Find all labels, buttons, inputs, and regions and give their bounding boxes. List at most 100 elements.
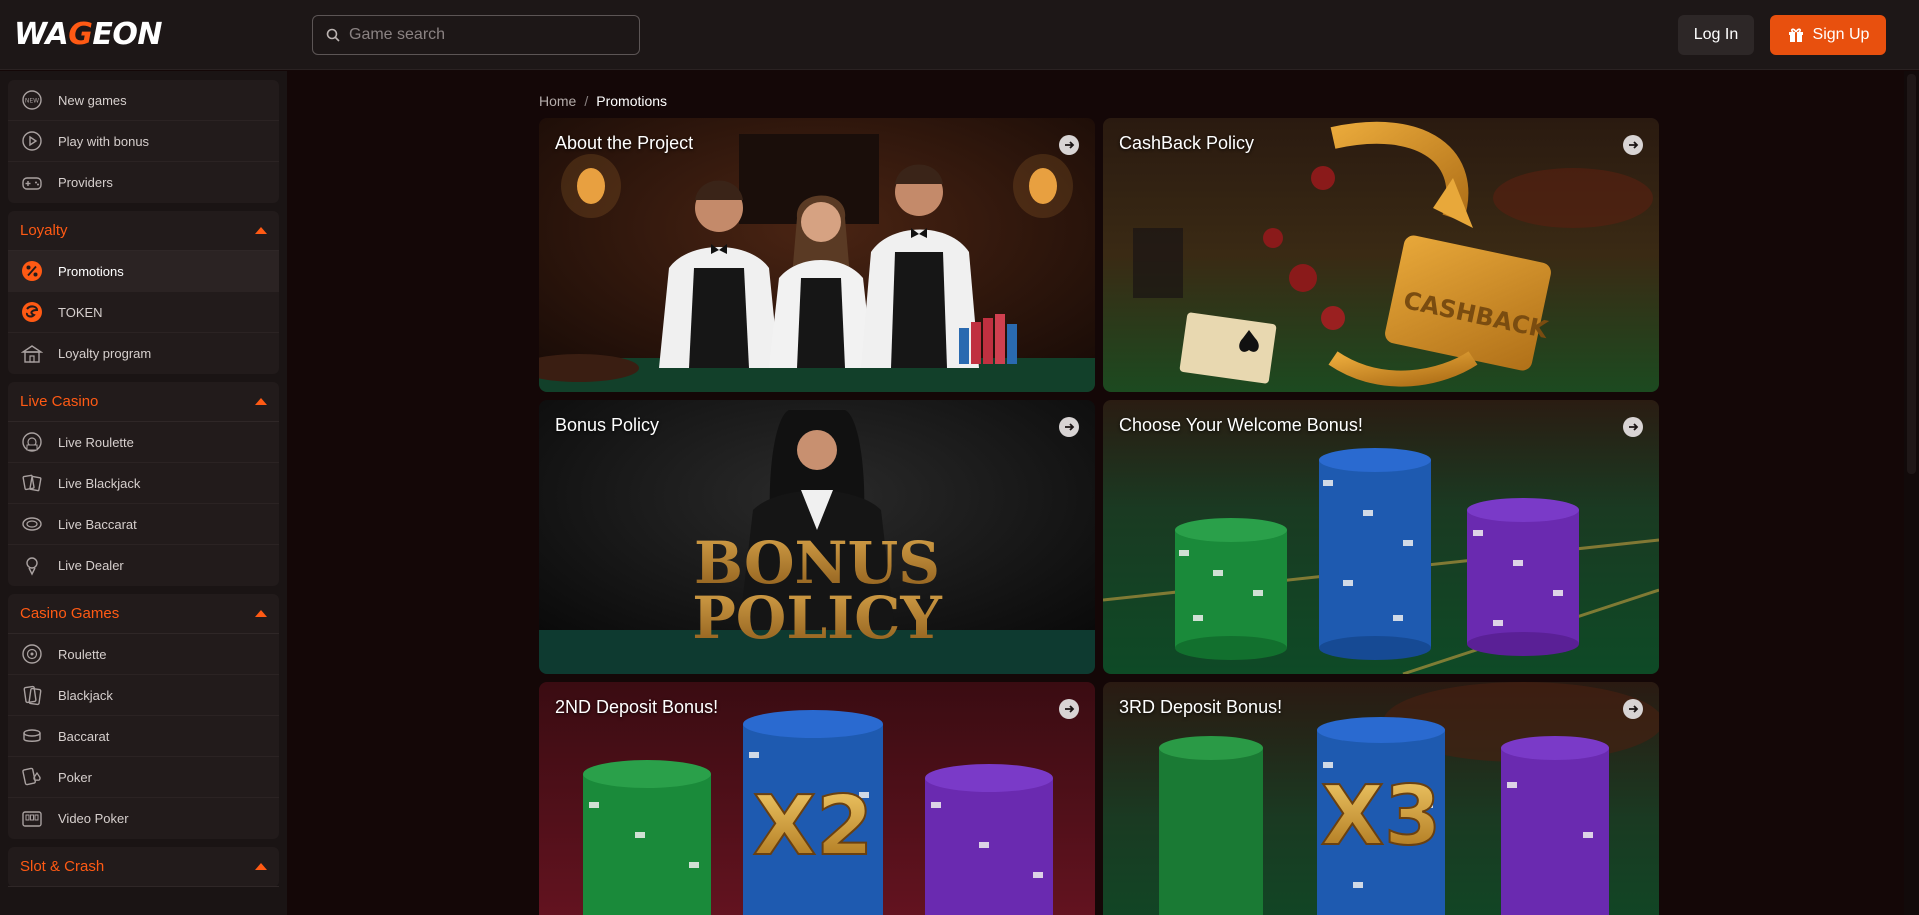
signup-label: Sign Up — [1812, 26, 1870, 43]
percent-icon — [20, 259, 44, 283]
sidebar-item-live-baccarat[interactable]: Live Baccarat — [8, 504, 279, 545]
gamepad-icon — [20, 171, 44, 195]
arrow-right-icon[interactable] — [1623, 699, 1643, 719]
svg-text:POLICY: POLICY — [692, 584, 942, 652]
svg-text:X2: X2 — [753, 779, 873, 874]
dealer-icon — [20, 554, 44, 578]
sidebar-item-new-games[interactable]: NEW New games — [8, 80, 279, 121]
sidebar-item-providers[interactable]: Providers — [8, 162, 279, 203]
promo-card-cashback[interactable]: CASHBACK CashBack Policy — [1103, 118, 1659, 392]
signup-button[interactable]: Sign Up — [1770, 15, 1886, 55]
breadcrumb-home[interactable]: Home — [539, 93, 576, 109]
slot-crash-toggle[interactable]: Slot & Crash — [8, 847, 279, 887]
group-title: Live Casino — [20, 393, 99, 410]
sidebar-item-label: Play with bonus — [58, 133, 150, 149]
arrow-right-icon[interactable] — [1623, 417, 1643, 437]
sidebar-item-poker[interactable]: Poker — [8, 757, 279, 798]
loyalty-toggle[interactable]: Loyalty — [8, 211, 279, 251]
sidebar-item-label: Loyalty program — [58, 346, 152, 361]
card-title: CashBack Policy — [1119, 133, 1255, 153]
group-title: Casino Games — [20, 605, 120, 622]
sidebar-item-label: Promotions — [58, 263, 124, 279]
sidebar-item-label: Poker — [58, 769, 92, 785]
wageon-logo[interactable]: WAGEON — [14, 17, 162, 52]
sidebar-item-label: Baccarat — [58, 728, 110, 744]
gift-icon — [1788, 28, 1803, 42]
sidebar: NEW New games Play with bonus Providers … — [0, 71, 287, 915]
sidebar-item-live-blackjack[interactable]: Live Blackjack — [8, 463, 279, 504]
card-title: 3RD Deposit Bonus! — [1119, 697, 1283, 717]
card-title: Bonus Policy — [555, 415, 660, 435]
sidebar-item-label: Live Baccarat — [58, 516, 137, 532]
svg-text:X3: X3 — [1321, 769, 1441, 864]
sidebar-item-label: Blackjack — [58, 687, 113, 703]
sidebar-group-slot-crash: Slot & Crash — [8, 847, 279, 887]
dealers-image — [539, 118, 1095, 392]
sidebar-top-group: NEW New games Play with bonus Providers — [8, 80, 279, 203]
sidebar-item-token[interactable]: TOKEN — [8, 292, 279, 333]
caret-up-icon — [255, 863, 267, 870]
building-icon — [20, 342, 44, 366]
sidebar-item-promotions[interactable]: Promotions — [8, 251, 279, 292]
breadcrumb-separator: / — [584, 93, 589, 109]
sidebar-item-label: Live Roulette — [58, 434, 134, 450]
scrollbar-thumb[interactable] — [1907, 74, 1916, 474]
sidebar-item-video-poker[interactable]: Video Poker — [8, 798, 279, 839]
sidebar-item-label: Providers — [58, 175, 113, 190]
bonus-policy-image: BONUS POLICY — [539, 400, 1095, 674]
sidebar-item-live-roulette[interactable]: Live Roulette — [8, 422, 279, 463]
arrow-right-icon[interactable] — [1059, 135, 1079, 155]
cards-icon — [20, 683, 44, 707]
promo-card-welcome-bonus[interactable]: Choose Your Welcome Bonus! — [1103, 400, 1659, 674]
sidebar-group-live-casino: Live Casino Live Roulette Live Blackjack… — [8, 382, 279, 586]
welcome-chips-image — [1103, 400, 1659, 674]
caret-up-icon — [255, 227, 267, 234]
roulette-icon — [20, 642, 44, 666]
search-input[interactable] — [349, 26, 629, 44]
breadcrumb-current: Promotions — [596, 93, 668, 109]
arrow-right-icon[interactable] — [1059, 417, 1079, 437]
token-icon — [20, 300, 44, 324]
sidebar-item-roulette[interactable]: Roulette — [8, 634, 279, 675]
game-search[interactable] — [312, 15, 640, 55]
sidebar-item-live-dealer[interactable]: Live Dealer — [8, 545, 279, 586]
sidebar-item-label: Video Poker — [58, 811, 129, 826]
svg-text:NEW: NEW — [25, 98, 39, 105]
caret-up-icon — [255, 398, 267, 405]
live-casino-toggle[interactable]: Live Casino — [8, 382, 279, 422]
card-title: About the Project — [555, 133, 694, 153]
baccarat-icon — [20, 724, 44, 748]
caret-up-icon — [255, 610, 267, 617]
sidebar-item-label: Live Dealer — [58, 558, 124, 573]
sidebar-item-label: Roulette — [58, 646, 107, 662]
new-badge-icon: NEW — [20, 88, 44, 112]
sidebar-item-label: TOKEN — [58, 304, 103, 320]
promo-card-2nd-deposit[interactable]: X2 2ND Deposit Bonus! — [539, 682, 1095, 915]
promo-card-about[interactable]: About the Project — [539, 118, 1095, 392]
arrow-right-icon[interactable] — [1059, 699, 1079, 719]
search-icon — [326, 28, 340, 42]
play-circle-icon — [20, 129, 44, 153]
breadcrumb: Home / Promotions — [539, 93, 667, 109]
card-title: 2ND Deposit Bonus! — [555, 697, 719, 717]
promo-card-3rd-deposit[interactable]: X3 3RD Deposit Bonus! — [1103, 682, 1659, 915]
card-title: Choose Your Welcome Bonus! — [1119, 415, 1363, 435]
cashback-image: CASHBACK — [1103, 118, 1659, 392]
sidebar-item-label: New games — [58, 92, 127, 108]
live-roulette-icon — [20, 430, 44, 454]
casino-games-toggle[interactable]: Casino Games — [8, 594, 279, 634]
promo-card-bonus-policy[interactable]: BONUS POLICY Bonus Policy — [539, 400, 1095, 674]
arrow-right-icon[interactable] — [1623, 135, 1643, 155]
live-baccarat-icon — [20, 512, 44, 536]
sidebar-item-baccarat[interactable]: Baccarat — [8, 716, 279, 757]
group-title: Slot & Crash — [20, 858, 105, 875]
sidebar-group-casino-games: Casino Games Roulette Blackjack Baccarat… — [8, 594, 279, 839]
sidebar-item-play-with-bonus[interactable]: Play with bonus — [8, 121, 279, 162]
sidebar-item-loyalty-program[interactable]: Loyalty program — [8, 333, 279, 374]
video-poker-icon — [20, 807, 44, 831]
top-header: WAGEON Log In Sign Up — [0, 0, 1919, 70]
poker-icon — [20, 765, 44, 789]
sidebar-group-loyalty: Loyalty Promotions TOKEN Loyalty program — [8, 211, 279, 374]
sidebar-item-blackjack[interactable]: Blackjack — [8, 675, 279, 716]
login-button[interactable]: Log In — [1678, 15, 1754, 55]
